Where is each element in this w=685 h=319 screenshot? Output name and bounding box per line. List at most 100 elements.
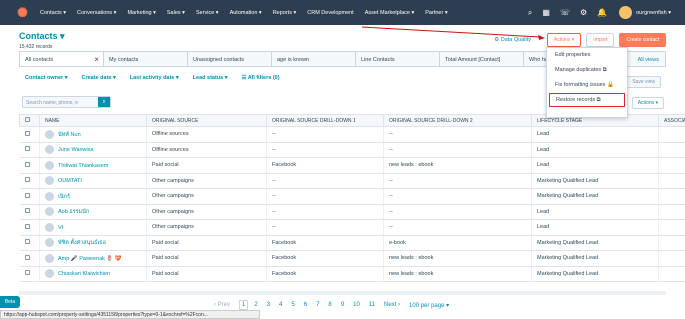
contact-name[interactable]: นัทท์ Nun (58, 132, 81, 138)
select-all-checkbox[interactable] (19, 114, 40, 127)
nav-item[interactable]: Partner ▾ (425, 10, 447, 16)
row-checkbox[interactable] (19, 173, 40, 189)
contact-name[interactable]: เนิกร์ (58, 194, 70, 200)
page-number[interactable]: 6 (304, 302, 307, 308)
page-number[interactable]: 7 (316, 302, 319, 308)
table-actions-button[interactable]: Actions ▾ (631, 97, 664, 109)
filter-dropdown[interactable]: ☰ All filters (0) (242, 75, 280, 81)
tab-view[interactable]: My contacts (104, 52, 188, 66)
contact-name[interactable]: Amp 🎤 Paweenak 🌷 💝 (58, 256, 122, 262)
actions-button[interactable]: Actions ▾ (547, 33, 582, 47)
close-icon[interactable]: × (94, 55, 99, 64)
create-contact-button[interactable]: Create contact (619, 33, 666, 47)
page-title[interactable]: Contacts ▾ (19, 31, 65, 42)
all-views-link[interactable]: All views (638, 57, 659, 63)
contact-name-cell[interactable]: นัทท์ Nun (39, 126, 147, 143)
dropdown-item[interactable]: Manage duplicates ⧉ (547, 63, 627, 78)
contact-name-cell[interactable]: June Wanwisa (39, 142, 147, 158)
dropdown-item[interactable]: Fix formatting issues 🔒 (547, 78, 627, 93)
filter-dropdown[interactable]: Create date ▾ (82, 75, 116, 81)
page-number[interactable]: 8 (328, 302, 331, 308)
nav-item[interactable]: Conversations ▾ (77, 10, 116, 16)
contact-name[interactable]: OUMTATI (58, 178, 82, 184)
contact-name[interactable]: พัชิต ตั้งศาสนุนธ์เธอ (58, 240, 106, 246)
contact-name[interactable]: VI (58, 225, 63, 231)
tab-view[interactable]: All contacts × (20, 52, 104, 66)
beta-badge[interactable]: Beta (0, 296, 20, 308)
nav-item[interactable]: Service ▾ (196, 10, 219, 16)
nav-item[interactable]: CRM Development (307, 10, 353, 16)
data-quality-link[interactable]: ⚙ Data Quality (494, 37, 531, 43)
account-menu[interactable]: ourgreenfish ▾ (636, 10, 671, 16)
row-checkbox[interactable] (19, 157, 40, 174)
row-checkbox[interactable] (19, 204, 40, 220)
filter-dropdown[interactable]: Last activity date ▾ (130, 75, 179, 81)
filter-dropdown[interactable]: Lead status ▾ (193, 75, 228, 81)
nav-item[interactable]: Reports ▾ (273, 10, 297, 16)
column-header[interactable]: ORIGINAL SOURCE DRILL-DOWN 2 (383, 114, 532, 127)
dropdown-item[interactable]: Restore records ⧉ (549, 93, 625, 107)
page-number[interactable]: 11 (369, 302, 375, 308)
avatar (45, 253, 54, 263)
filter-dropdown[interactable]: Contact owner ▾ (25, 75, 68, 81)
horizontal-scrollbar[interactable] (19, 291, 666, 295)
bell-icon[interactable]: 🔔 (597, 8, 607, 17)
table-row: Thitiwat Thiankasem Paid social Facebook ne… (19, 157, 685, 174)
save-view-button[interactable]: Save view (626, 76, 661, 88)
search-button-icon[interactable]: ⌕ (98, 97, 110, 107)
column-header[interactable]: ASSOCIATED DEAL (658, 114, 685, 127)
row-checkbox[interactable] (19, 219, 40, 236)
column-header[interactable]: ORIGINAL SOURCE (146, 114, 267, 127)
row-checkbox[interactable] (19, 126, 40, 143)
page-number[interactable]: 2 (254, 302, 257, 308)
contact-name[interactable]: Aob ธรรมนัก (58, 209, 89, 215)
tab-view[interactable]: Unassigned contacts (188, 52, 272, 66)
contact-name-cell[interactable]: พัชิต ตั้งศาสนุนธ์เธอ (39, 235, 147, 251)
search-icon[interactable]: ⌕ (528, 8, 532, 18)
row-checkbox[interactable] (19, 188, 40, 205)
marketplace-icon[interactable]: ▦ (542, 8, 550, 17)
nav-item[interactable]: Contacts ▾ (40, 10, 66, 16)
contact-name[interactable]: Thitiwat Thiankasem (58, 163, 108, 169)
tab-view[interactable]: Line Contacts (356, 52, 440, 66)
page-number[interactable]: 4 (279, 302, 282, 308)
nav-item[interactable]: Asset Marketplace ▾ (365, 10, 415, 16)
page-number[interactable]: 10 (353, 302, 360, 308)
contact-name-cell[interactable]: Amp 🎤 Paweenak 🌷 💝 (39, 250, 147, 267)
import-button[interactable]: Import (586, 33, 615, 47)
column-header[interactable]: NAME (39, 114, 147, 127)
per-page-select[interactable]: 100 per page ▾ (409, 302, 449, 309)
gear-icon[interactable]: ⚙ (580, 8, 587, 17)
next-page-button[interactable]: Next › (384, 302, 400, 308)
row-checkbox[interactable] (19, 266, 40, 282)
contact-name-cell[interactable]: Thitiwat Thiankasem (39, 157, 147, 174)
nav-item[interactable]: Marketing ▾ (127, 10, 155, 16)
cell-d2: -- (383, 142, 532, 158)
nav-item[interactable]: Automation ▾ (230, 10, 262, 16)
contact-name[interactable]: Chiaskan Klaiwichien (58, 271, 110, 277)
calling-icon[interactable]: ☏ (560, 8, 570, 17)
page-number[interactable]: 9 (341, 302, 344, 308)
hubspot-logo-icon[interactable]: ✺ (17, 5, 31, 20)
dropdown-item[interactable]: Edit properties (547, 48, 627, 63)
contact-name-cell[interactable]: VI (39, 219, 147, 236)
contact-name-cell[interactable]: OUMTATI (39, 173, 147, 189)
nav-item[interactable]: Sales ▾ (167, 10, 185, 16)
page-number[interactable]: 1 (239, 300, 249, 310)
column-header[interactable]: ORIGINAL SOURCE DRILL-DOWN 1 (266, 114, 384, 127)
prev-page-button[interactable]: ‹ Prev (214, 302, 230, 308)
cell-deal (658, 188, 685, 205)
search-input[interactable]: Search name, phone, e ⌕ (22, 96, 111, 108)
row-checkbox[interactable] (19, 250, 40, 267)
row-checkbox[interactable] (19, 235, 40, 251)
avatar[interactable] (619, 6, 633, 19)
contact-name-cell[interactable]: เนิกร์ (39, 188, 147, 205)
contact-name[interactable]: June Wanwisa (58, 147, 94, 153)
contact-name-cell[interactable]: Chiaskan Klaiwichien (39, 266, 147, 282)
tab-view[interactable]: Total Amount [Contact] (440, 52, 524, 66)
page-number[interactable]: 5 (291, 302, 294, 308)
tab-view[interactable]: age is known (272, 52, 356, 66)
row-checkbox[interactable] (19, 142, 40, 158)
page-number[interactable]: 3 (267, 302, 270, 308)
contact-name-cell[interactable]: Aob ธรรมนัก (39, 204, 147, 220)
